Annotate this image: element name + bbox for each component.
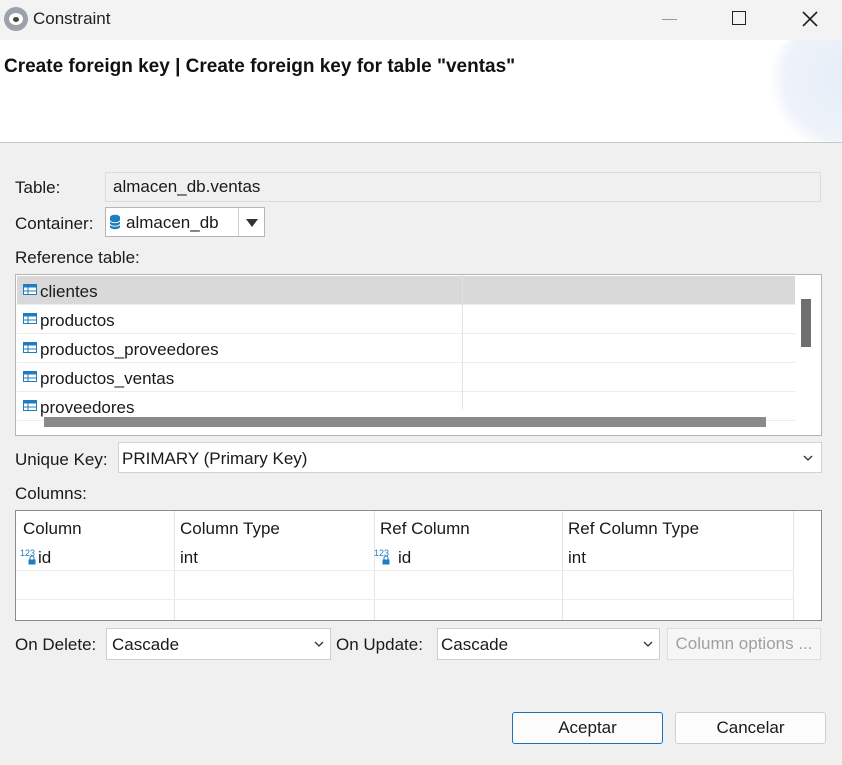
column-header[interactable]: Column xyxy=(23,519,82,539)
table-icon xyxy=(23,342,37,353)
reference-table-list[interactable]: clientes productos productos_proveedores… xyxy=(15,274,822,436)
list-item-label: productos xyxy=(40,311,115,330)
on-delete-label: On Delete: xyxy=(15,635,97,654)
column-divider xyxy=(174,511,175,620)
reference-table-label: Reference table: xyxy=(15,248,140,267)
column-header[interactable]: Column Type xyxy=(180,519,280,539)
dialog-header: Create foreign key | Create foreign key … xyxy=(0,40,842,143)
list-item-label: productos_proveedores xyxy=(40,340,219,359)
table-value: almacen_db.ventas xyxy=(113,177,261,196)
list-item-label: proveedores xyxy=(40,398,135,417)
cell-column-type[interactable]: int xyxy=(180,548,198,568)
container-value: almacen_db xyxy=(126,213,219,232)
column-divider xyxy=(374,511,375,620)
columns-label: Columns: xyxy=(15,484,87,503)
row-divider xyxy=(16,599,793,600)
horizontal-scrollbar[interactable] xyxy=(44,417,766,427)
header-title: Create foreign key | Create foreign key … xyxy=(4,56,516,77)
unique-key-value: PRIMARY (Primary Key) xyxy=(122,449,308,468)
list-item[interactable]: clientes xyxy=(17,276,795,305)
key-column-icon: 123 xyxy=(374,548,390,566)
column-header[interactable]: Ref Column Type xyxy=(568,519,699,539)
minimize-icon[interactable] xyxy=(634,0,704,40)
container-label: Container: xyxy=(15,214,94,233)
chevron-down-icon[interactable] xyxy=(238,208,265,236)
cancel-button[interactable]: Cancelar xyxy=(675,712,826,744)
table-icon xyxy=(23,371,37,382)
list-item-label: productos_ventas xyxy=(40,369,175,388)
on-update-label: On Update: xyxy=(336,635,423,654)
row-divider xyxy=(16,570,793,571)
column-divider xyxy=(462,275,463,409)
unique-key-label: Unique Key: xyxy=(15,450,108,469)
table-icon xyxy=(23,313,37,324)
columns-table[interactable]: Column Column Type Ref Column Ref Column… xyxy=(15,510,822,621)
column-options-button[interactable]: Column options ... xyxy=(667,628,821,660)
column-header[interactable]: Ref Column xyxy=(380,519,470,539)
database-icon xyxy=(109,214,121,230)
key-column-icon: 123 xyxy=(20,548,36,566)
window-title: Constraint xyxy=(33,9,111,28)
close-icon[interactable] xyxy=(775,0,842,40)
cell-ref-column-type[interactable]: int xyxy=(568,548,586,568)
on-delete-value: Cascade xyxy=(112,635,180,654)
vertical-scrollbar[interactable] xyxy=(801,299,811,347)
ok-button[interactable]: Aceptar xyxy=(512,712,663,744)
header-decoration xyxy=(762,40,842,142)
table-icon xyxy=(23,284,37,295)
list-item[interactable]: productos_ventas xyxy=(17,363,795,392)
table-icon xyxy=(23,400,37,411)
column-divider xyxy=(793,511,794,620)
chevron-down-icon xyxy=(314,641,324,647)
maximize-icon[interactable] xyxy=(704,0,774,40)
column-divider xyxy=(562,511,563,620)
table-label: Table: xyxy=(15,178,61,197)
chevron-down-icon xyxy=(803,455,813,461)
on-update-value: Cascade xyxy=(441,635,509,654)
chevron-down-icon xyxy=(643,641,653,647)
list-item[interactable]: productos xyxy=(17,305,795,334)
list-item[interactable]: productos_proveedores xyxy=(17,334,795,363)
app-icon xyxy=(4,7,28,31)
list-item-label: clientes xyxy=(40,282,98,301)
cell-column[interactable]: id xyxy=(38,548,51,568)
cell-ref-column[interactable]: id xyxy=(398,548,411,568)
